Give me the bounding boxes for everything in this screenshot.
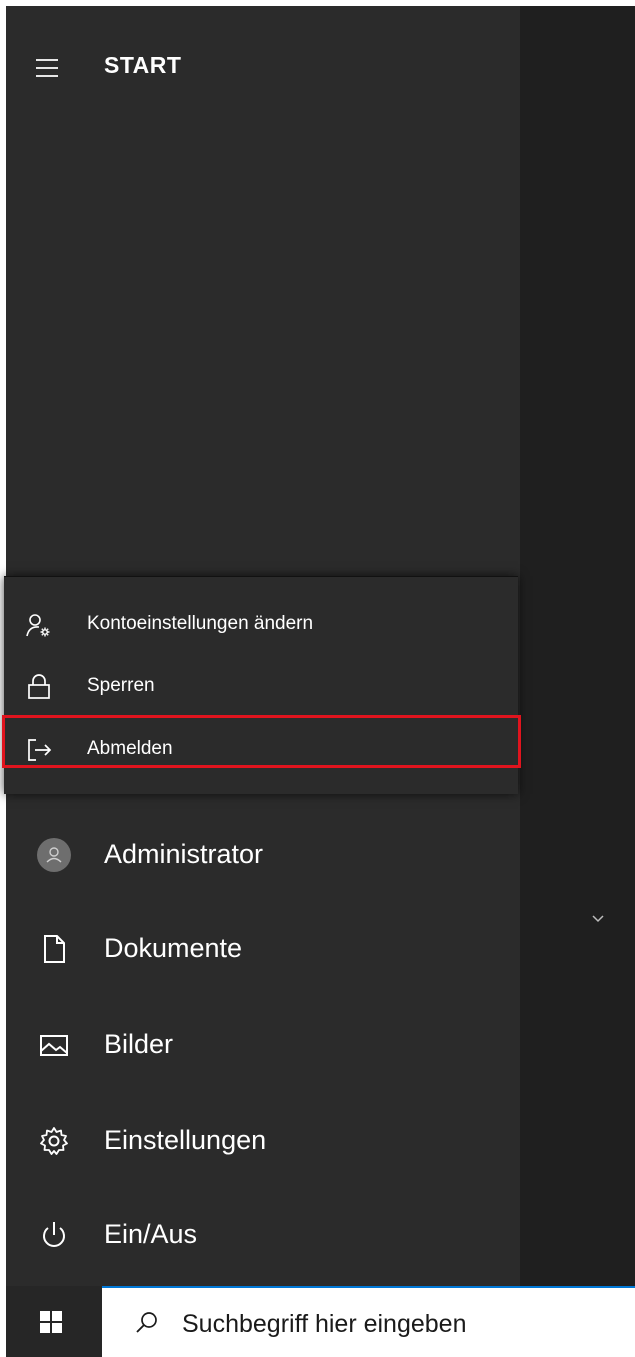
nav-item-power[interactable]: Ein/Aus bbox=[6, 1196, 520, 1276]
gear-icon bbox=[38, 1125, 70, 1157]
windows-logo-icon bbox=[40, 1311, 62, 1333]
start-button[interactable] bbox=[6, 1286, 102, 1357]
nav-item-label: Einstellungen bbox=[104, 1125, 267, 1155]
change-account-settings-item[interactable]: Kontoeinstellungen ändern bbox=[4, 595, 518, 653]
power-icon bbox=[38, 1219, 70, 1251]
start-title: START bbox=[104, 52, 182, 78]
lock-item[interactable]: Sperren bbox=[4, 657, 518, 715]
hamburger-menu-icon[interactable] bbox=[36, 50, 72, 86]
search-placeholder: Suchbegriff hier eingeben bbox=[182, 1310, 467, 1338]
chevron-down-icon[interactable] bbox=[588, 912, 608, 926]
sign-out-icon bbox=[26, 737, 52, 763]
avatar bbox=[37, 838, 71, 872]
nav-item-documents[interactable]: Dokumente bbox=[6, 910, 520, 990]
nav-item-settings[interactable]: Einstellungen bbox=[6, 1102, 520, 1182]
nav-item-label: Ein/Aus bbox=[104, 1219, 198, 1249]
document-icon bbox=[38, 933, 70, 965]
screen: START Administrator Dokumente Bilder Ein… bbox=[0, 0, 635, 1357]
search-input[interactable]: Suchbegriff hier eingeben bbox=[102, 1286, 635, 1357]
taskbar: Suchbegriff hier eingeben bbox=[6, 1286, 635, 1357]
nav-item-label: Dokumente bbox=[104, 933, 243, 963]
nav-item-label: Administrator bbox=[104, 839, 264, 869]
search-icon bbox=[134, 1310, 160, 1336]
flyout-item-label: Kontoeinstellungen ändern bbox=[87, 613, 314, 634]
pictures-icon bbox=[38, 1029, 70, 1061]
tiles-area bbox=[520, 6, 635, 1286]
nav-item-administrator[interactable]: Administrator bbox=[6, 816, 520, 896]
user-account-flyout: Kontoeinstellungen ändern Sperren Abmeld… bbox=[4, 576, 518, 794]
flyout-item-label: Abmelden bbox=[87, 738, 173, 759]
nav-item-pictures[interactable]: Bilder bbox=[6, 1006, 520, 1086]
sign-out-item[interactable]: Abmelden bbox=[4, 720, 518, 778]
account-settings-icon bbox=[26, 612, 52, 638]
lock-icon bbox=[26, 674, 52, 700]
nav-item-label: Bilder bbox=[104, 1029, 174, 1059]
flyout-item-label: Sperren bbox=[87, 675, 155, 696]
